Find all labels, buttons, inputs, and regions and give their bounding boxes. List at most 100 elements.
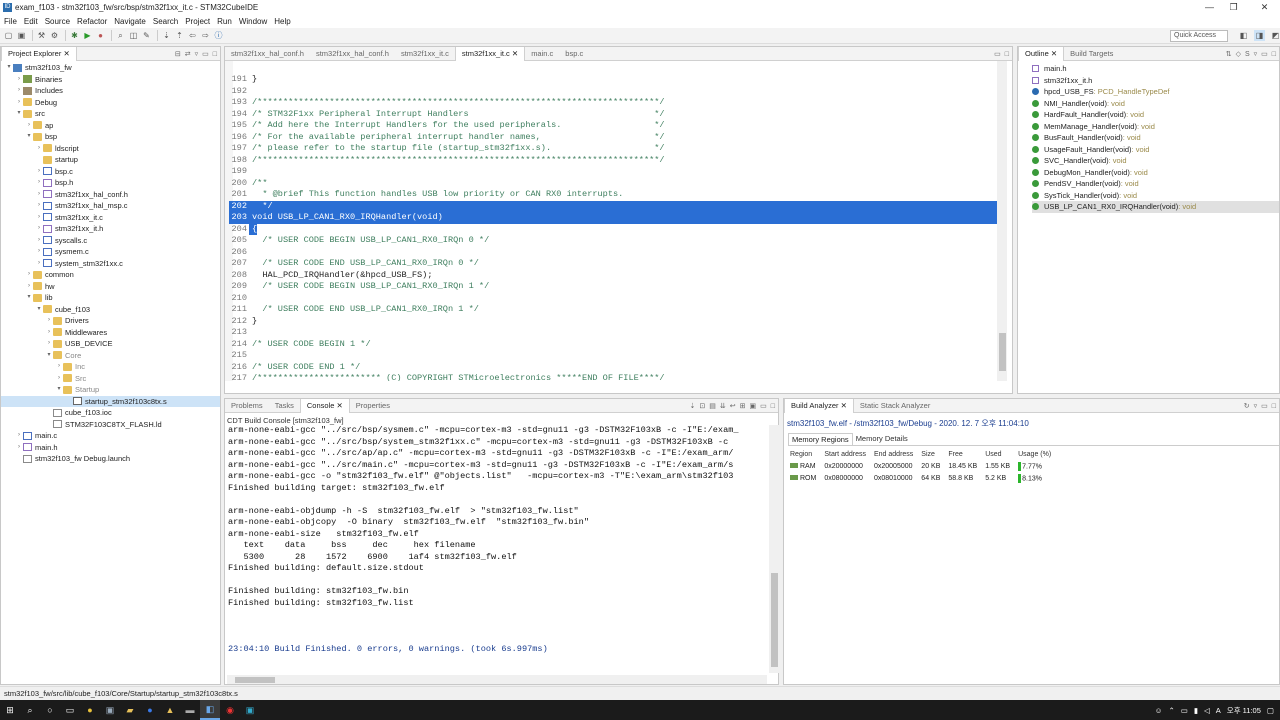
network-icon[interactable]: ▭ — [1181, 706, 1188, 715]
view-menu-icon[interactable]: ▿ — [1254, 402, 1258, 410]
app-icon[interactable]: ▣ — [100, 700, 120, 720]
expand-arrow-icon[interactable]: › — [55, 361, 63, 373]
pin-icon[interactable]: ⇣ — [690, 402, 696, 410]
scroll-thumb[interactable] — [771, 573, 778, 667]
record-icon[interactable]: ◉ — [220, 700, 240, 720]
tree-item[interactable]: › bsp.c — [1, 166, 220, 178]
tree-item[interactable]: › syscalls.c — [1, 235, 220, 247]
scroll-thumb[interactable] — [999, 333, 1006, 371]
search-icon[interactable]: ⌕ — [20, 700, 40, 720]
task-view-switch-icon[interactable]: ▭ — [60, 700, 80, 720]
tray-chevron-icon[interactable]: ⌃ — [1168, 706, 1174, 715]
minimize-icon[interactable]: — — [1198, 0, 1221, 14]
expand-arrow-icon[interactable]: › — [45, 338, 53, 350]
run-icon[interactable]: ▶ — [82, 30, 93, 41]
notification-icon[interactable]: ▢ — [1267, 706, 1274, 715]
tab-outline[interactable]: Outline ✕ — [1018, 46, 1065, 61]
console-hscrollbar[interactable] — [227, 675, 767, 684]
app-blue-icon[interactable]: ● — [140, 700, 160, 720]
info-icon[interactable]: ⓘ — [213, 30, 224, 41]
outline-item[interactable]: BusFault_Handler(void) : void — [1032, 132, 1279, 144]
volume-icon[interactable]: ◁ — [1204, 706, 1210, 715]
collapse-all-icon[interactable]: ⊟ — [175, 50, 181, 58]
edit-icon[interactable]: ✎ — [141, 30, 152, 41]
tree-item[interactable]: › Drivers — [1, 315, 220, 327]
save-icon[interactable]: ▣ — [16, 30, 27, 41]
minimize-view-icon[interactable]: ▭ — [994, 50, 1001, 58]
perspective-icon[interactable]: ◧ — [1238, 30, 1249, 41]
refresh-icon[interactable]: ↻ — [1244, 402, 1250, 410]
tree-item[interactable]: › Middlewares — [1, 327, 220, 339]
tree-item[interactable]: › system_stm32f1xx.c — [1, 258, 220, 270]
expand-arrow-icon[interactable]: › — [35, 212, 43, 224]
forward-icon[interactable]: ⇨ — [200, 30, 211, 41]
expand-arrow-icon[interactable]: ▾ — [55, 384, 63, 396]
table-row[interactable]: RAM 0x20000000 0x20005000 20 KB 18.45 KB 1.55… — [786, 460, 1055, 472]
tree-item[interactable]: ▾ Core — [1, 350, 220, 362]
expand-arrow-icon[interactable]: › — [15, 430, 23, 442]
tree-item[interactable]: › bsp.h — [1, 177, 220, 189]
tree-item[interactable]: ▾ src — [1, 108, 220, 120]
clear-console-icon[interactable]: ▤ — [709, 402, 716, 410]
tab-editor-file[interactable]: stm32f1xx_hal_conf.h — [225, 47, 310, 61]
menu-item-project[interactable]: Project — [185, 17, 210, 26]
search-icon[interactable]: ⌕ — [115, 30, 126, 41]
tree-item[interactable]: ▾ Startup — [1, 384, 220, 396]
tab-static-stack-analyzer[interactable]: Static Stack Analyzer — [854, 399, 936, 413]
perspective-cpp-icon[interactable]: ◨ — [1254, 30, 1265, 41]
perspective-debug-icon[interactable]: ◩ — [1270, 30, 1280, 41]
chrome-icon[interactable]: ● — [80, 700, 100, 720]
clock[interactable]: 오후 11:05 — [1227, 705, 1261, 716]
outline-item[interactable]: DebugMon_Handler(void) : void — [1032, 167, 1279, 179]
minimize-view-icon[interactable]: ▭ — [760, 402, 767, 410]
open-console-icon[interactable]: ⊞ — [740, 402, 746, 410]
outline-item[interactable]: MemManage_Handler(void) : void — [1032, 121, 1279, 133]
expand-arrow-icon[interactable]: › — [45, 315, 53, 327]
expand-arrow-icon[interactable]: › — [15, 74, 23, 86]
menu-item-help[interactable]: Help — [274, 17, 290, 26]
tree-item[interactable]: startup — [1, 154, 220, 166]
tab-properties[interactable]: Properties — [350, 399, 396, 413]
display-console-icon[interactable]: ▣ — [750, 402, 757, 410]
scroll-lock-icon[interactable]: ⇊ — [720, 402, 726, 410]
expand-arrow-icon[interactable]: › — [15, 442, 23, 454]
expand-arrow-icon[interactable]: › — [35, 258, 43, 270]
stm32cubeide-icon[interactable]: ◧ — [200, 700, 220, 720]
expand-arrow-icon[interactable]: › — [55, 373, 63, 385]
expand-arrow-icon[interactable]: › — [35, 143, 43, 155]
tree-item[interactable]: startup_stm32f103c8tx.s — [1, 395, 220, 407]
tab-console[interactable]: Console ✕ — [299, 398, 350, 413]
outline-item[interactable]: HardFault_Handler(void) : void — [1032, 109, 1279, 121]
start-icon[interactable]: ⊞ — [0, 700, 20, 720]
console-output[interactable]: arm-none-eabi-gcc "../src/bsp/sysmem.c" … — [225, 425, 768, 655]
scroll-thumb[interactable] — [235, 677, 275, 683]
tab-memory-details[interactable]: Memory Details — [853, 433, 911, 445]
minimize-view-icon[interactable]: ▭ — [202, 50, 209, 58]
tab-editor-file[interactable]: bsp.c — [559, 47, 589, 61]
settings-icon[interactable]: ⚙ — [49, 30, 60, 41]
link-editor-icon[interactable]: ⇄ — [185, 50, 191, 58]
tree-item[interactable]: › ldscript — [1, 143, 220, 155]
app-cyan-icon[interactable]: ▣ — [240, 700, 260, 720]
tree-item[interactable]: ▾ bsp — [1, 131, 220, 143]
expand-arrow-icon[interactable]: › — [35, 223, 43, 235]
tab-editor-file[interactable]: stm32f1xx_hal_conf.h — [310, 47, 395, 61]
open-type-icon[interactable]: ◫ — [128, 30, 139, 41]
tree-item[interactable]: › Includes — [1, 85, 220, 97]
hide-fields-icon[interactable]: ◇ — [1236, 50, 1241, 58]
tree-item[interactable]: › USB_DEVICE — [1, 338, 220, 350]
app-yellow-icon[interactable]: ▲ — [160, 700, 180, 720]
tab-problems[interactable]: Problems — [225, 399, 269, 413]
outline-item[interactable]: SVC_Handler(void) : void — [1032, 155, 1279, 167]
expand-arrow-icon[interactable]: › — [25, 120, 33, 132]
tree-item[interactable]: › hw — [1, 281, 220, 293]
word-wrap-icon[interactable]: ↩ — [730, 402, 736, 410]
prev-annotation-icon[interactable]: ⇣ — [161, 30, 172, 41]
tab-memory-regions[interactable]: Memory Regions — [788, 433, 853, 445]
outline-item[interactable]: PendSV_Handler(void) : void — [1032, 178, 1279, 190]
editor-vscrollbar[interactable] — [997, 61, 1007, 381]
column-header[interactable]: Size — [917, 448, 944, 460]
close-icon[interactable]: ✕ — [1253, 0, 1276, 14]
column-header[interactable]: Region — [786, 448, 820, 460]
expand-arrow-icon[interactable]: › — [45, 327, 53, 339]
